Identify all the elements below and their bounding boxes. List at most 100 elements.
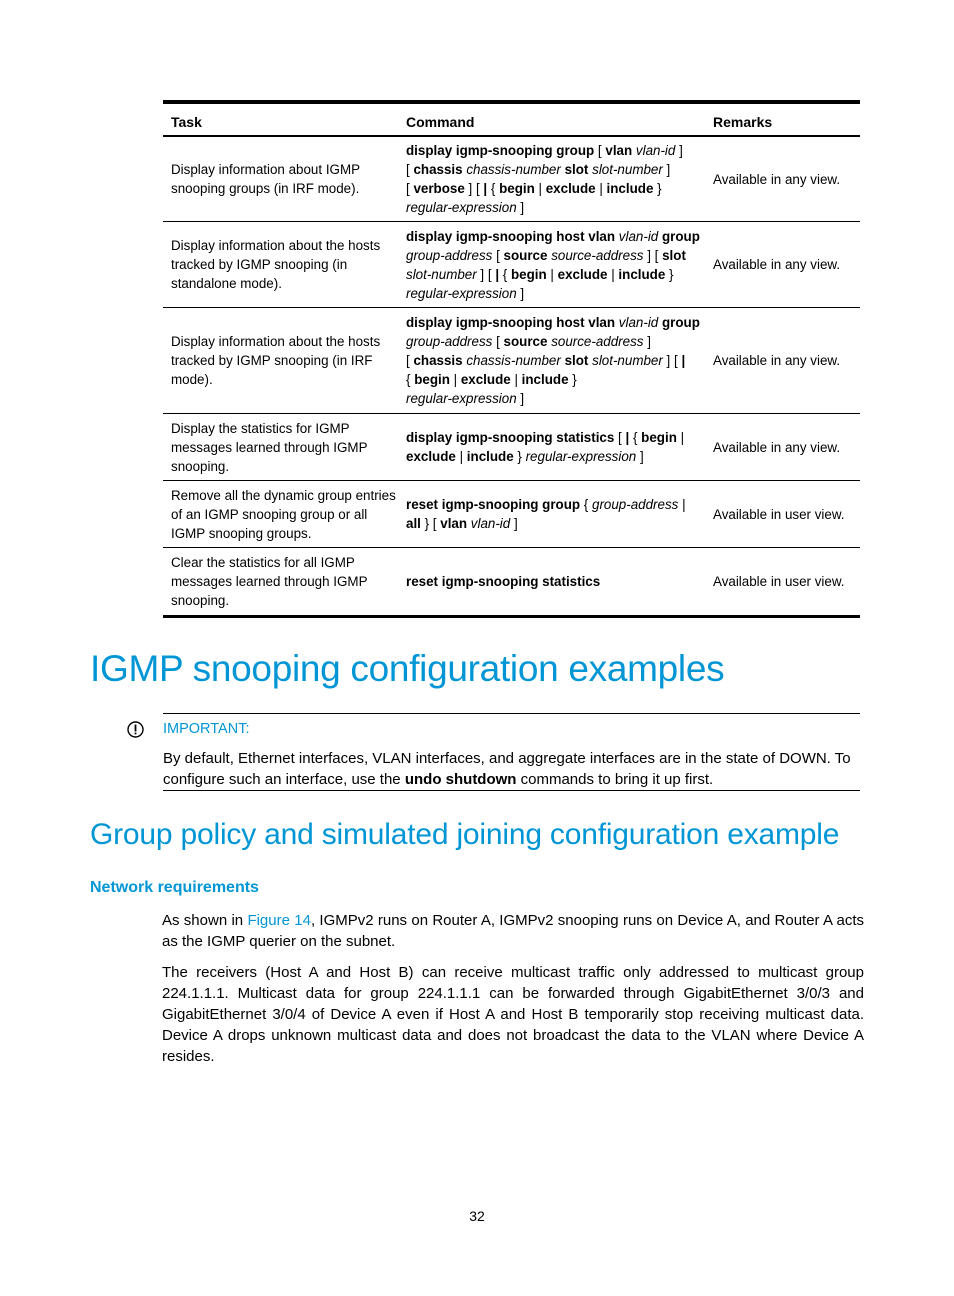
command-syntax: ] bbox=[516, 285, 525, 301]
table-row: Display information about the hosts trac… bbox=[163, 222, 860, 308]
command-line: group-address [ source source-address ] … bbox=[406, 246, 700, 265]
command-line: display igmp-snooping group [ vlan vlan-… bbox=[406, 141, 683, 160]
command-syntax: [ bbox=[594, 143, 606, 158]
command-argument: vlan-id bbox=[470, 516, 511, 531]
task-cell: Display the statistics for IGMP messages… bbox=[171, 420, 368, 474]
command-argument: regular-expression bbox=[406, 200, 517, 215]
command-keyword: | bbox=[681, 353, 686, 368]
command-keyword: begin bbox=[414, 372, 450, 387]
command-keyword: begin bbox=[499, 181, 535, 196]
command-line: [ chassis chassis-number slot slot-numbe… bbox=[406, 351, 700, 370]
command-syntax: ] [ bbox=[643, 247, 663, 263]
command-keyword: include bbox=[466, 449, 514, 464]
command-line: [ chassis chassis-number slot slot-numbe… bbox=[406, 160, 683, 179]
command-argument: chassis-number bbox=[466, 162, 561, 177]
table-row: Display information about the hosts trac… bbox=[163, 308, 860, 414]
command-syntax: | bbox=[534, 181, 546, 196]
command-syntax: } [ bbox=[420, 516, 441, 531]
command-cell: reset igmp-snooping group { group-addres… bbox=[406, 481, 696, 547]
command-line: display igmp-snooping host vlan vlan-id … bbox=[406, 313, 700, 332]
remarks-cell: Available in any view. bbox=[713, 439, 841, 455]
command-syntax: } bbox=[665, 266, 674, 282]
command-keyword: include bbox=[521, 372, 569, 387]
command-keyword: chassis bbox=[413, 353, 463, 368]
task-cell: Display information about IGMP snooping … bbox=[171, 162, 360, 196]
command-syntax: [ bbox=[492, 334, 504, 349]
exclamation-circle-icon bbox=[127, 721, 144, 738]
command-syntax: | bbox=[546, 266, 558, 282]
command-keyword: display igmp-snooping host vlan bbox=[406, 228, 616, 244]
table-row: Remove all the dynamic group entries of … bbox=[163, 481, 860, 548]
command-line: regular-expression ] bbox=[406, 389, 700, 408]
command-argument: regular-expression bbox=[525, 449, 637, 464]
note-top-rule bbox=[163, 713, 860, 714]
command-line: all } [ vlan vlan-id ] bbox=[406, 514, 686, 533]
command-argument: regular-expression bbox=[406, 391, 517, 406]
command-syntax: ] [ bbox=[464, 181, 484, 196]
command-cell: display igmp-snooping host vlan vlan-id … bbox=[406, 308, 700, 413]
command-syntax: | bbox=[607, 266, 619, 282]
command-syntax: { bbox=[487, 181, 500, 196]
command-keyword: verbose bbox=[413, 181, 465, 196]
paragraph-2: The receivers (Host A and Host B) can re… bbox=[162, 964, 864, 1065]
command-argument: source-address bbox=[551, 334, 644, 349]
paragraph-1-start: As shown in bbox=[162, 912, 248, 929]
command-argument: regular-expression bbox=[406, 285, 517, 301]
command-line: group-address [ source source-address ] bbox=[406, 332, 700, 351]
command-line: exclude | include } regular-expression ] bbox=[406, 447, 684, 466]
command-argument: vlan-id bbox=[618, 315, 659, 330]
command-argument: slot-number bbox=[406, 266, 477, 282]
command-argument: group-address bbox=[592, 497, 679, 512]
paragraph-1: As shown in Figure 14, IGMPv2 runs on Ro… bbox=[162, 910, 864, 952]
command-keyword: display igmp-snooping group bbox=[406, 143, 595, 158]
command-cell: display igmp-snooping host vlan vlan-id … bbox=[406, 222, 700, 307]
figure-14-link[interactable]: Figure 14 bbox=[247, 912, 311, 929]
task-cell: Display information about the hosts trac… bbox=[171, 334, 381, 387]
command-keyword: reset igmp-snooping statistics bbox=[406, 574, 601, 589]
command-syntax: ] [ bbox=[476, 266, 496, 282]
header-command: Command bbox=[406, 114, 475, 130]
command-keyword: slot bbox=[564, 162, 589, 177]
remarks-cell: Available in any view. bbox=[713, 353, 841, 368]
remarks-cell: Available in any view. bbox=[713, 171, 841, 187]
command-keyword: begin bbox=[641, 430, 677, 445]
command-keyword: exclude bbox=[545, 181, 596, 196]
command-syntax: | bbox=[455, 449, 467, 464]
task-cell: Clear the statistics for all IGMP messag… bbox=[171, 555, 368, 608]
command-keyword: source bbox=[503, 334, 548, 349]
command-line: reset igmp-snooping group { group-addres… bbox=[406, 495, 686, 514]
command-argument: slot-number bbox=[592, 162, 663, 177]
command-argument: source-address bbox=[551, 247, 644, 263]
command-cell: reset igmp-snooping statistics bbox=[406, 548, 696, 615]
command-keyword: exclude bbox=[557, 266, 608, 282]
command-syntax: ] bbox=[636, 449, 644, 464]
command-keyword: display igmp-snooping host vlan bbox=[406, 315, 616, 330]
command-syntax: ] bbox=[510, 516, 518, 531]
table-row: Display the statistics for IGMP messages… bbox=[163, 414, 860, 481]
command-syntax: | bbox=[678, 497, 686, 512]
command-syntax: ] bbox=[516, 200, 525, 215]
command-keyword: group bbox=[661, 228, 700, 244]
command-argument: chassis-number bbox=[466, 353, 561, 368]
command-syntax: ] bbox=[662, 162, 671, 177]
command-syntax: } bbox=[568, 372, 577, 387]
command-line: reset igmp-snooping statistics bbox=[406, 572, 600, 591]
command-keyword: exclude bbox=[406, 449, 456, 464]
command-syntax: ] bbox=[516, 391, 525, 406]
command-keyword: slot bbox=[662, 247, 686, 263]
command-cell: display igmp-snooping group [ vlan vlan-… bbox=[406, 137, 696, 221]
table-header: Task Command Remarks bbox=[163, 104, 860, 137]
command-syntax: | bbox=[676, 430, 685, 445]
command-keyword: group bbox=[661, 315, 700, 330]
command-syntax: } bbox=[513, 449, 526, 464]
command-syntax: { bbox=[629, 430, 642, 445]
command-line: regular-expression ] bbox=[406, 198, 683, 217]
command-argument: group-address bbox=[406, 334, 493, 349]
important-label: IMPORTANT: bbox=[163, 721, 250, 737]
command-cell: display igmp-snooping statistics [ | { b… bbox=[406, 414, 696, 480]
command-line: display igmp-snooping statistics [ | { b… bbox=[406, 428, 684, 447]
command-keyword: all bbox=[406, 516, 421, 531]
command-syntax: } bbox=[653, 181, 662, 196]
command-line: regular-expression ] bbox=[406, 284, 700, 303]
command-undo-shutdown: undo shutdown bbox=[404, 771, 517, 788]
